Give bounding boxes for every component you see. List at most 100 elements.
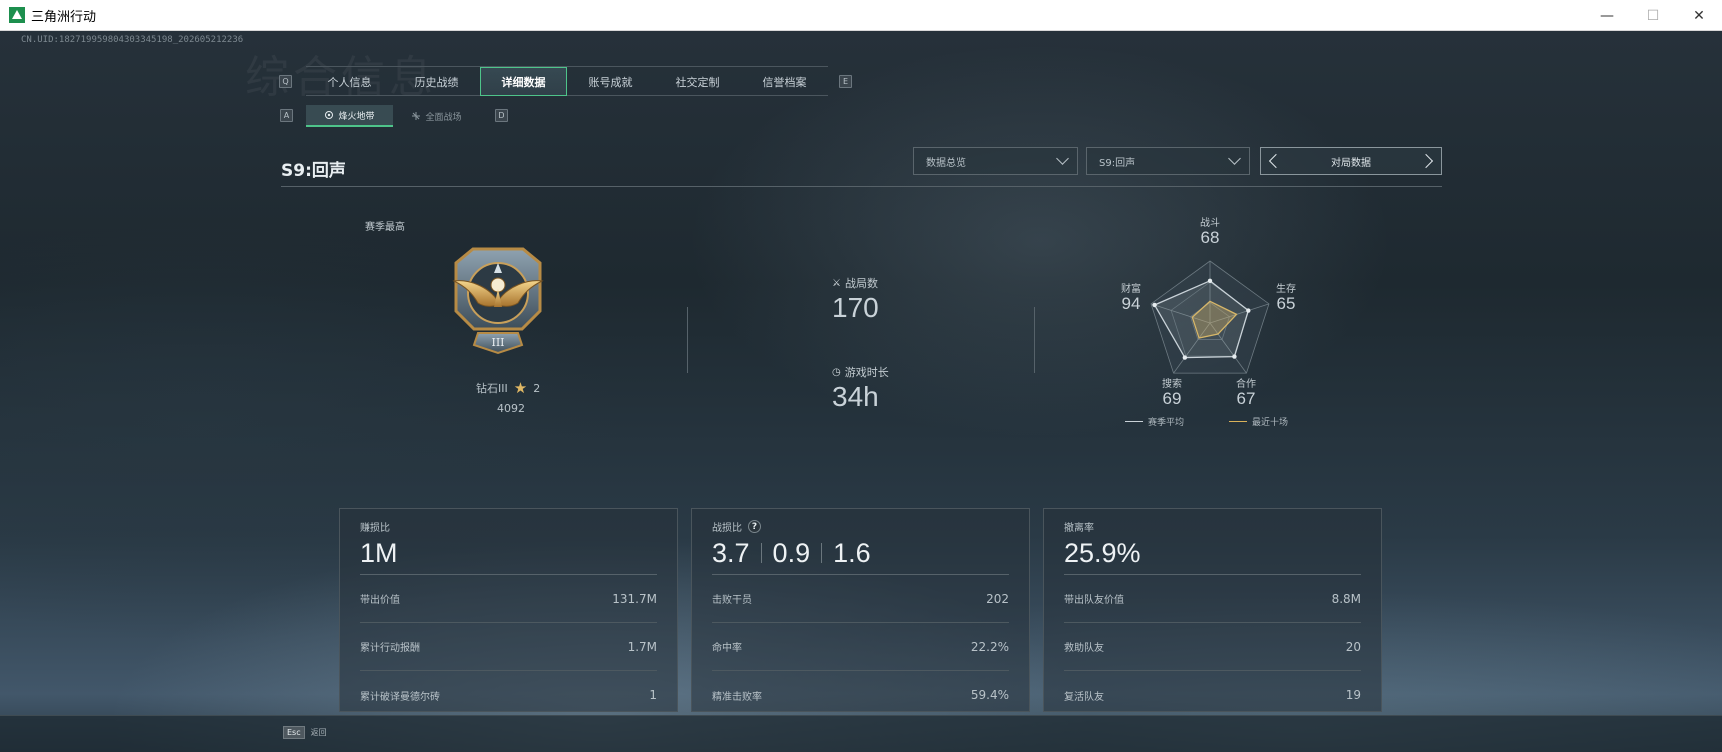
legend-recent-ten: 最近十场 xyxy=(1229,415,1288,428)
tab-reputation[interactable]: 信誉档案 xyxy=(741,67,828,96)
playtime-stat: ◷ 游戏时长 34h xyxy=(832,364,889,413)
radar-value-cooperation: 67 xyxy=(1236,389,1256,408)
main-tabs: 个人信息 历史战绩 详细数据 账号成就 社交定制 信誉档案 xyxy=(306,66,828,96)
card-row: 命中率 22.2% xyxy=(712,623,1009,671)
season-best-label: 赛季最高 xyxy=(365,222,405,233)
row-label: 累计破译曼德尔砖 xyxy=(360,691,440,703)
card-title: 撤离率 xyxy=(1064,523,1094,534)
matches-value: 170 xyxy=(832,292,879,323)
battlefield-icon xyxy=(412,112,421,120)
chevron-left-icon[interactable] xyxy=(1268,153,1284,169)
row-label: 累计行动报酬 xyxy=(360,643,420,654)
row-label: 带出价值 xyxy=(360,595,400,606)
chevron-down-icon xyxy=(1056,152,1069,165)
radar-point xyxy=(1246,308,1251,313)
radar-label-survival: 生存 xyxy=(1276,284,1296,295)
tab-prev-key[interactable]: Q xyxy=(279,75,292,88)
row-value: 1.7M xyxy=(627,639,657,654)
radar-value-combat: 68 xyxy=(1200,228,1220,247)
card-main-value: 1M xyxy=(360,536,657,570)
row-value: 202 xyxy=(986,591,1009,606)
card-row: 累计破译曼德尔砖 1 xyxy=(360,671,657,719)
subtab-prev-key[interactable]: A xyxy=(280,109,293,122)
close-button[interactable]: ✕ xyxy=(1676,0,1722,31)
tab-personal-info[interactable]: 个人信息 xyxy=(306,67,393,96)
season-title: S9:回声 xyxy=(281,161,346,181)
app-logo-icon xyxy=(9,7,25,23)
esc-key: Esc xyxy=(283,726,305,739)
card-row: 累计行动报酬 1.7M xyxy=(360,623,657,671)
card-big-number: 25.9% xyxy=(1064,537,1141,568)
subtab-label: 全面战场 xyxy=(425,112,462,123)
radar-point xyxy=(1152,302,1157,308)
subtab-battlefield[interactable]: 全面战场 xyxy=(393,105,480,127)
subtab-fire-zone[interactable]: 烽火地带 xyxy=(306,105,393,127)
match-data-label: 对局数据 xyxy=(1331,157,1371,169)
radar-label-cooperation: 合作 xyxy=(1236,379,1256,390)
season-dropdown[interactable]: S9:回声 xyxy=(1086,147,1250,175)
rank-points: 4092 xyxy=(497,402,525,415)
legend-label: 赛季平均 xyxy=(1148,418,1185,428)
kd-recent: 0.9 xyxy=(772,537,811,568)
legend-swatch xyxy=(1125,421,1143,422)
tab-match-history[interactable]: 历史战绩 xyxy=(393,67,480,96)
rank-name-row: 钻石III ★ 2 xyxy=(476,379,540,397)
help-icon[interactable]: ? xyxy=(748,520,761,533)
card-main-value: 3.7 0.9 1.6 xyxy=(712,536,1009,570)
window-title: 三角洲行动 xyxy=(31,9,97,25)
bottom-bar xyxy=(0,715,1722,752)
card-row: 精准击败率 59.4% xyxy=(712,671,1009,719)
kd-overall: 3.7 xyxy=(712,537,750,568)
card-main-value: 25.9% xyxy=(1064,536,1361,570)
maximize-button[interactable]: ☐ xyxy=(1630,0,1676,31)
overview-dropdown[interactable]: 数据总览 xyxy=(913,147,1078,175)
match-data-selector: 对局数据 xyxy=(1260,147,1442,175)
card-title: 战损比 xyxy=(712,523,742,534)
tab-social[interactable]: 社交定制 xyxy=(654,67,741,96)
player-uid: CN.UID:1827199598043033451​98_2026052122… xyxy=(21,35,244,45)
tab-achievements[interactable]: 账号成就 xyxy=(567,67,654,96)
row-value: 1 xyxy=(649,688,657,702)
radar-label-search: 搜索 xyxy=(1162,379,1182,390)
star-icon: ★ xyxy=(513,379,528,397)
row-value: 19 xyxy=(1345,688,1361,702)
radar-value-wealth: 94 xyxy=(1121,294,1141,313)
tab-next-key[interactable]: E xyxy=(839,75,852,88)
tab-detailed-data[interactable]: 详细数据 xyxy=(480,67,567,96)
back-button[interactable]: Esc 返回 xyxy=(283,726,327,739)
divider xyxy=(687,307,688,373)
window-titlebar: 三角洲行动 — ☐ ✕ xyxy=(0,0,1722,31)
radar-point xyxy=(1232,354,1237,359)
extraction-card: 撤离率 25.9% 带出队友价值 8.8M 救助队友 20 复活队友 19 xyxy=(1043,508,1382,712)
divider xyxy=(1034,307,1035,373)
card-row: 复活队友 19 xyxy=(1064,671,1361,719)
row-value: 131.7M xyxy=(612,591,657,606)
chevron-right-icon[interactable] xyxy=(1418,153,1434,169)
subtab-next-key[interactable]: D xyxy=(495,109,508,122)
legend-swatch xyxy=(1229,421,1247,422)
radar-value-survival: 65 xyxy=(1276,294,1296,313)
legend-label: 最近十场 xyxy=(1252,418,1289,428)
back-label: 返回 xyxy=(310,728,327,737)
chevron-down-icon xyxy=(1228,152,1241,165)
matches-stat: ⚔ 战局数 170 xyxy=(832,275,879,324)
season-dropdown-value: S9:回声 xyxy=(1099,157,1136,169)
minimize-button[interactable]: — xyxy=(1584,0,1630,31)
rank-badge-numeral: III xyxy=(491,336,504,349)
row-label: 复活队友 xyxy=(1064,691,1104,703)
radar-point xyxy=(1207,278,1213,284)
clock-icon: ◷ xyxy=(832,366,841,378)
row-label: 带出队友价值 xyxy=(1064,595,1124,606)
rank-name: 钻石III xyxy=(476,382,508,395)
row-label: 击败干员 xyxy=(712,595,752,606)
row-value: 20 xyxy=(1345,639,1361,654)
card-row: 救助队友 20 xyxy=(1064,623,1361,671)
card-row: 带出队友价值 8.8M xyxy=(1064,575,1361,623)
playtime-value: 34h xyxy=(832,381,879,412)
kd-card: 战损比? 3.7 0.9 1.6 击败干员 202 命中率 22.2% 精准击败率 5… xyxy=(691,508,1030,712)
row-label: 命中率 xyxy=(712,643,742,654)
card-row: 击败干员 202 xyxy=(712,575,1009,623)
value-separator xyxy=(821,543,823,563)
radar-label-wealth: 财富 xyxy=(1121,284,1141,295)
game-viewport: 综合信息 CN.UID:1827199598043033451​98_20260… xyxy=(0,31,1722,752)
